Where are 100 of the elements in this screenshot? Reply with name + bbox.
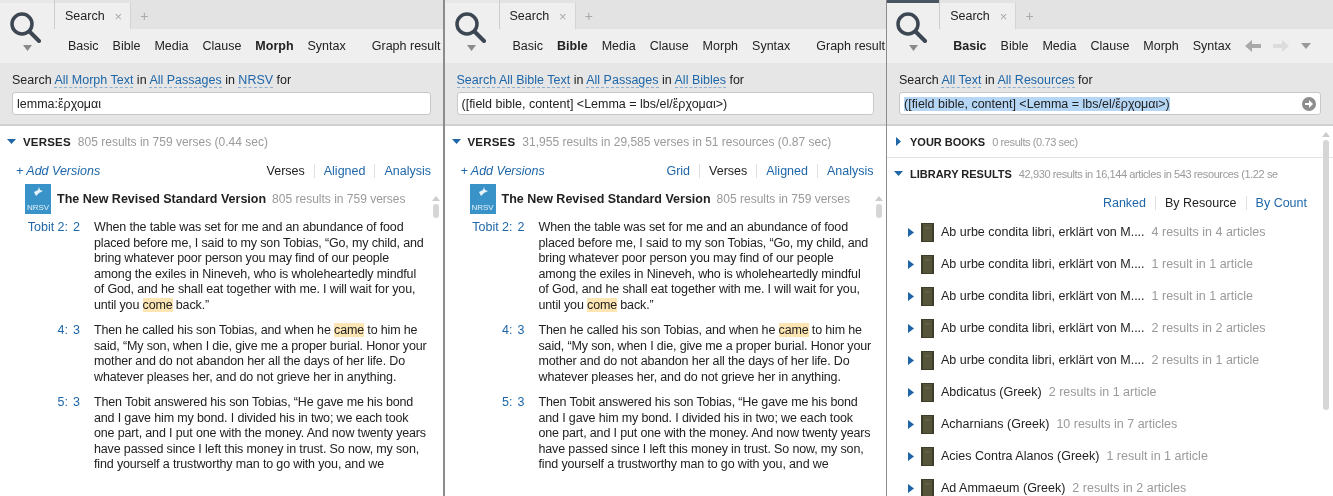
view-tab[interactable]: By Count (1245, 195, 1307, 210)
search-type-tab[interactable]: Media (1042, 37, 1077, 55)
book-title[interactable]: Ab urbe condita libri, erklärt von M.... (941, 225, 1145, 239)
book-icon (921, 318, 934, 338)
collapse-triangle-icon[interactable] (894, 169, 903, 178)
go-arrow-icon[interactable] (1302, 96, 1316, 111)
query-link[interactable]: NRSV (238, 73, 274, 88)
caret-icon[interactable] (467, 45, 476, 51)
verse-reference[interactable]: 5: (57, 395, 69, 473)
verse-reference[interactable]: Tobit 2: (472, 220, 513, 313)
book-title[interactable]: Abdicatus (Greek) (941, 385, 1042, 399)
collapse-triangle-icon[interactable] (7, 137, 16, 146)
graph-result-tab[interactable]: Graph result (371, 37, 441, 55)
view-tab[interactable]: Verses (257, 163, 314, 178)
search-type-tab[interactable]: Morph (702, 37, 739, 55)
search-tab[interactable]: Search × (940, 3, 1017, 29)
result-count: 2 results in 1 article (1151, 353, 1260, 367)
caret-icon[interactable] (908, 45, 918, 51)
verse-number[interactable]: 2 (73, 220, 80, 313)
book-title[interactable]: Ab urbe condita libri, erklärt von M.... (941, 257, 1145, 271)
view-tab[interactable]: Analysis (374, 163, 431, 178)
search-type-tab[interactable]: Clause (649, 37, 689, 55)
search-type-tab[interactable]: Bible (1000, 37, 1029, 55)
result-summary: 42,930 results in 16,144 articles in 543 resources (1.22 se (1018, 167, 1278, 180)
query-link[interactable]: All Passages (149, 73, 222, 88)
verse-text: Then he called his son Tobias, and when he came to him he said, “My son, when I die, give me a proper burial. Honor your mother and do not abandon her all the days of her life. Do whatever pleases her, and do not grieve her in anything. (94, 323, 428, 385)
verse-reference[interactable]: 4: (57, 323, 69, 385)
query-link[interactable]: All Bibles (674, 73, 726, 88)
scrollbar-thumb[interactable] (1323, 140, 1329, 410)
caret-icon[interactable] (22, 45, 32, 51)
add-versions-link[interactable]: + Add Versions (16, 163, 101, 178)
expand-triangle-icon[interactable] (908, 451, 914, 461)
book-title[interactable]: Ab urbe condita libri, erklärt von M.... (941, 289, 1145, 303)
view-tab[interactable]: By Resource (1155, 195, 1246, 210)
scrollbar-thumb[interactable] (875, 204, 882, 218)
collapse-triangle-icon[interactable] (451, 137, 461, 146)
search-type-tab[interactable]: Basic (953, 37, 987, 55)
logo-text: NRSV (471, 203, 494, 212)
verse-number[interactable]: 3 (517, 395, 525, 473)
book-title[interactable]: Ab urbe condita libri, erklärt von M.... (941, 321, 1145, 335)
book-title[interactable]: Acies Contra Alanos (Greek) (941, 449, 1100, 463)
view-tab[interactable]: Aligned (756, 163, 817, 178)
add-versions-link[interactable]: + Add Versions (460, 163, 545, 178)
verse-number[interactable]: 2 (517, 220, 525, 313)
search-type-tab[interactable]: Media (154, 37, 189, 55)
book-title[interactable]: Acharnians (Greek) (941, 417, 1050, 431)
search-tab[interactable]: Search × (55, 3, 132, 29)
view-tab[interactable]: Verses (699, 163, 757, 178)
search-field[interactable]: ([field bible, content] <Lemma = lbs/el/ἔρχομαι>) (899, 92, 1321, 115)
expand-triangle-icon[interactable] (908, 419, 914, 429)
query-label: Search (899, 73, 939, 87)
query-link[interactable]: All Text (941, 73, 982, 88)
view-tab[interactable]: Ranked (1093, 195, 1155, 210)
search-type-tab[interactable]: Syntax (307, 37, 346, 55)
scrollbar-thumb[interactable] (433, 204, 439, 218)
verse-reference[interactable]: Tobit 2: (27, 220, 69, 313)
search-type-tab[interactable]: Bible (112, 37, 141, 55)
search-type-tab[interactable]: Syntax (752, 37, 791, 55)
book-icon (921, 286, 934, 306)
expand-triangle-icon[interactable] (908, 227, 914, 237)
expand-triangle-icon[interactable] (908, 259, 914, 269)
view-tab[interactable]: Grid (657, 163, 700, 178)
expand-triangle-icon[interactable] (908, 291, 914, 301)
book-icon (921, 446, 934, 466)
expand-triangle-icon[interactable] (894, 137, 903, 146)
expand-triangle-icon[interactable] (908, 387, 914, 397)
search-type-tab[interactable]: Clause (202, 37, 242, 55)
book-title[interactable]: Ab urbe condita libri, erklärt von M.... (941, 353, 1145, 367)
verse-reference[interactable]: 5: (502, 395, 513, 473)
result-count: 10 results in 7 articles (1056, 417, 1178, 431)
expand-triangle-icon[interactable] (908, 323, 914, 333)
search-type-tab[interactable]: Syntax (1192, 37, 1231, 55)
search-type-tab[interactable]: Basic (512, 37, 544, 55)
book-title[interactable]: Ad Ammaeum (Greek) (941, 481, 1066, 495)
expand-triangle-icon[interactable] (908, 355, 914, 365)
search-field[interactable]: ([field bible, content] <Lemma = lbs/el/ἔρχομαι>) (456, 92, 874, 115)
query-link[interactable]: All Resources (997, 73, 1075, 88)
search-tab[interactable]: Search × (499, 3, 576, 29)
result-count: 4 results in 4 articles (1151, 225, 1266, 239)
search-type-tab[interactable]: Morph (255, 37, 294, 55)
query-link[interactable]: All Morph Text (54, 73, 134, 88)
book-icon (921, 414, 934, 434)
query-link[interactable]: Search All Bible Text (456, 73, 571, 88)
view-tab[interactable]: Aligned (313, 163, 375, 178)
verse-number[interactable]: 3 (73, 395, 80, 473)
search-type-tab[interactable]: Basic (68, 37, 99, 55)
search-field[interactable]: lemma:ἔρχομαι (12, 92, 431, 115)
verse-number[interactable]: 3 (73, 323, 80, 385)
search-type-tab[interactable]: Media (601, 37, 636, 55)
result-count: 2 results in 1 article (1048, 385, 1157, 399)
book-icon (921, 222, 934, 242)
expand-triangle-icon[interactable] (908, 483, 914, 493)
graph-result-tab[interactable]: Graph result (816, 37, 886, 55)
verse-reference[interactable]: 4: (502, 323, 513, 385)
view-tab[interactable]: Analysis (816, 163, 874, 178)
query-link[interactable]: All Passages (586, 73, 659, 88)
verse-number[interactable]: 3 (517, 323, 525, 385)
search-type-tab[interactable]: Bible (557, 37, 588, 55)
search-type-tab[interactable]: Clause (1090, 37, 1130, 55)
search-type-tab[interactable]: Morph (1143, 37, 1179, 55)
